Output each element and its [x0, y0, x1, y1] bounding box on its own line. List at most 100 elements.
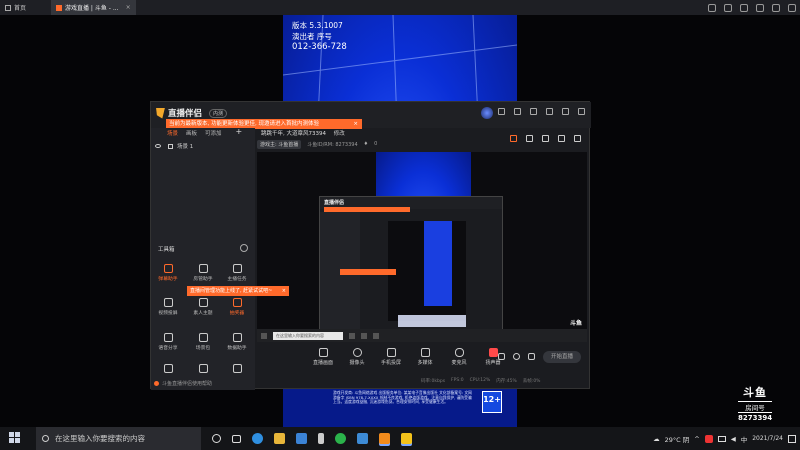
- upload-icon: [198, 298, 208, 307]
- close-icon[interactable]: [578, 108, 585, 115]
- chevron-up-icon[interactable]: ^: [694, 435, 699, 443]
- microphone-button[interactable]: 麦克风: [447, 346, 471, 366]
- tool-danmu[interactable]: 弹幕助手: [156, 264, 180, 282]
- close-icon[interactable]: ×: [126, 4, 131, 11]
- media-button[interactable]: 多媒体: [413, 346, 437, 366]
- clock[interactable]: 2021/7/24: [752, 435, 783, 443]
- add-icon[interactable]: +: [236, 128, 243, 137]
- tool-more[interactable]: [191, 364, 215, 375]
- taskbar-search-placeholder: 在这里输入你要搜索的内容: [55, 434, 145, 443]
- weather-text[interactable]: 29°C 阴: [665, 434, 690, 444]
- scene-item[interactable]: 场景 1: [155, 142, 193, 150]
- message-icon[interactable]: [498, 108, 505, 115]
- input-method[interactable]: 中: [741, 434, 748, 444]
- tab-scene[interactable]: 场景: [167, 129, 178, 137]
- app-name: 直播伴侣: [168, 109, 203, 119]
- cortana-icon[interactable]: [212, 434, 221, 443]
- douyu-app-icon[interactable]: [379, 433, 390, 444]
- tool-lottery[interactable]: 抽奖器: [225, 298, 249, 316]
- tab-home[interactable]: 首页: [0, 0, 31, 15]
- maximize-icon[interactable]: [562, 108, 569, 115]
- feature-toast[interactable]: 直播间管理功能上线了, 赶紧试试吧~ ×: [187, 286, 289, 296]
- top-tab-bar: 首页 游戏直播 | 斗鱼 - ... ×: [0, 0, 800, 15]
- monitor-icon: [318, 348, 328, 357]
- mail-icon[interactable]: [296, 433, 307, 444]
- tool-theme[interactable]: 素人主题: [191, 298, 215, 316]
- screen-capture-button[interactable]: 直播画面: [311, 346, 335, 366]
- windows-icon: [261, 332, 267, 339]
- notification-icon[interactable]: [788, 434, 796, 443]
- phone-cast-button[interactable]: 手机投屏: [379, 346, 403, 366]
- category-chip[interactable]: 游戏主: 斗鱼首播: [257, 139, 302, 149]
- tab-addable[interactable]: 可添加: [205, 129, 222, 137]
- beta-badge[interactable]: 内测: [209, 108, 228, 118]
- control-label: 直播画面: [312, 360, 333, 366]
- help-link-label: 斗鱼直播伴侣使用帮助: [162, 381, 213, 387]
- game-info-line2: 演出者 序号: [292, 32, 332, 41]
- tool-task[interactable]: 主播任务: [225, 264, 249, 282]
- lock-icon[interactable]: [168, 143, 173, 149]
- maximize-icon[interactable]: [772, 3, 780, 12]
- tool-scene-pack[interactable]: 场景包: [191, 333, 215, 351]
- control-label: 扬声器: [485, 360, 501, 366]
- close-icon[interactable]: ×: [282, 286, 286, 296]
- fullscreen-icon[interactable]: [528, 353, 535, 360]
- tool-data[interactable]: 数据助手: [225, 333, 249, 351]
- avatar[interactable]: [481, 107, 493, 119]
- record-icon[interactable]: [498, 353, 505, 360]
- volume-icon[interactable]: ◀: [731, 435, 736, 443]
- folder-icon[interactable]: [274, 433, 285, 444]
- settings-icon[interactable]: [530, 108, 537, 115]
- steam-icon[interactable]: [318, 433, 324, 444]
- windows-start-icon[interactable]: [8, 431, 24, 447]
- calendar-icon: [232, 264, 242, 273]
- chart-icon: [232, 333, 242, 342]
- timer-icon[interactable]: [513, 353, 520, 360]
- close-icon[interactable]: ×: [353, 119, 358, 129]
- app-icon: [373, 332, 379, 339]
- wechat-icon[interactable]: [335, 433, 346, 444]
- task-view-icon[interactable]: [232, 434, 241, 443]
- minimize-icon[interactable]: [546, 108, 553, 115]
- tab-stream-label: 游戏直播 | 斗鱼 - ...: [65, 5, 119, 12]
- gift-icon: [232, 298, 242, 307]
- help-link[interactable]: 斗鱼直播伴侣使用帮助: [154, 380, 212, 387]
- tool-voice[interactable]: 语音分享: [156, 333, 180, 351]
- stream-preview[interactable]: 直播伴侣 斗鱼 在这里输入你要搜索的内容: [257, 152, 587, 342]
- network-icon[interactable]: [717, 435, 726, 442]
- home-icon: [5, 4, 11, 11]
- info-icon: [154, 381, 159, 386]
- app-icon: [349, 332, 355, 339]
- start-stream-button[interactable]: 开始直播: [543, 351, 581, 363]
- close-window-icon[interactable]: [788, 3, 796, 12]
- hot-value: 0: [374, 141, 378, 147]
- screen: 首页 游戏直播 | 斗鱼 - ... × 版本 5.3.1007 演出者 序号 …: [0, 0, 800, 450]
- message-icon[interactable]: [724, 3, 732, 12]
- minimize-icon[interactable]: [756, 3, 764, 12]
- tool-admin[interactable]: 房管助手: [191, 264, 215, 282]
- source-controls: 直播画面 摄像头 手机投屏 多媒体 麦克风 扬声器: [257, 346, 587, 372]
- camera-button[interactable]: 摄像头: [345, 346, 369, 366]
- streamer-app-icon[interactable]: [401, 433, 412, 444]
- tab-canvas[interactable]: 画板: [186, 129, 197, 137]
- left-tabs: 场景 画板 可添加 +: [151, 128, 255, 138]
- game-info: 版本 5.3.1007 演出者 序号 012-366-728: [292, 20, 347, 53]
- taskbar-search[interactable]: 在这里输入你要搜索的内容: [36, 427, 201, 450]
- tool-label: 语音分享: [158, 346, 178, 351]
- stat-memory: 内存:45%: [496, 379, 517, 384]
- shirt-icon[interactable]: [514, 108, 521, 115]
- game-credits: 游戏开发商: 斗鱼网络游戏 出版服务单位: 某某电子音像出版社 文化部备案号: …: [283, 389, 517, 427]
- tool-video[interactable]: 视频投屏: [156, 298, 180, 316]
- tool-settings[interactable]: [225, 364, 249, 375]
- gamepad-icon[interactable]: [708, 3, 716, 12]
- tray-app-icon[interactable]: [704, 434, 713, 443]
- eye-icon[interactable]: [155, 144, 161, 148]
- menu-icon[interactable]: [740, 3, 748, 12]
- gear-icon[interactable]: [240, 244, 248, 252]
- tool-gift-show[interactable]: [156, 364, 180, 375]
- edit-notice-button[interactable]: 修改: [334, 131, 345, 137]
- edge-icon[interactable]: [252, 433, 263, 444]
- douyu-watermark: 斗鱼 房间号 8273394: [738, 384, 773, 422]
- game-app-icon[interactable]: [357, 433, 368, 444]
- tab-stream[interactable]: 游戏直播 | 斗鱼 - ... ×: [51, 0, 136, 15]
